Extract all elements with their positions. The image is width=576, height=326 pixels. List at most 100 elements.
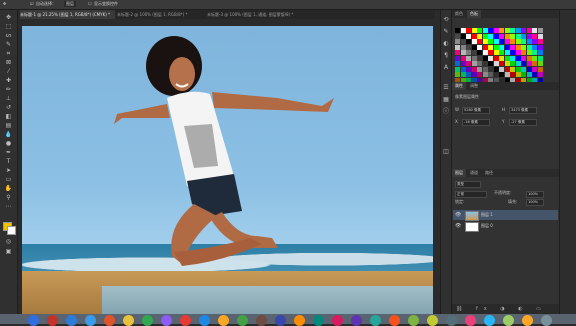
color-swatch[interactable] [455, 50, 460, 55]
crop-tool-icon[interactable]: ⌗ [4, 50, 13, 57]
tab-document-1[interactable]: 未标题-1 @ 21.25% (图层 1, RGB/8*) (CMYK) * [20, 10, 115, 19]
dock-app-icon[interactable] [256, 315, 267, 326]
color-swatch[interactable] [504, 61, 510, 66]
color-swatch[interactable] [466, 28, 471, 33]
zoom-tool-icon[interactable]: ⚲ [4, 194, 13, 201]
dock-app-icon[interactable] [427, 315, 438, 326]
color-swatch[interactable] [537, 39, 543, 44]
color-swatch[interactable] [477, 44, 482, 50]
color-swatch[interactable] [460, 50, 466, 55]
color-swatch[interactable] [455, 28, 460, 33]
color-swatch[interactable] [526, 72, 532, 77]
color-swatch[interactable] [493, 61, 499, 66]
tab-layers[interactable]: 图层 [452, 169, 466, 177]
color-swatch[interactable] [466, 44, 471, 50]
layer-row[interactable]: 👁 图层 0 [453, 221, 558, 232]
hand-tool-icon[interactable]: ✋ [4, 185, 13, 192]
color-swatch[interactable] [499, 28, 504, 33]
color-swatch[interactable] [488, 61, 493, 66]
color-swatch[interactable] [537, 33, 543, 39]
color-swatch[interactable] [471, 66, 477, 72]
frame-tool-icon[interactable]: ⊠ [4, 59, 13, 66]
color-swatch[interactable] [460, 39, 466, 44]
dock-app-icon[interactable] [199, 315, 210, 326]
color-swatch[interactable] [526, 39, 532, 44]
dock-app-icon[interactable] [275, 315, 286, 326]
quick-mask-icon[interactable]: ◎ [4, 238, 13, 245]
tab-paths[interactable]: 路径 [482, 169, 496, 177]
color-swatch[interactable] [482, 61, 488, 66]
color-swatch[interactable] [466, 66, 471, 72]
clone-stamp-tool-icon[interactable]: ⊥ [4, 95, 13, 102]
layers-panel-icon[interactable]: ◫ [442, 148, 450, 156]
color-swatch[interactable] [521, 44, 526, 50]
color-swatch[interactable] [532, 33, 537, 39]
color-swatch[interactable] [455, 39, 460, 44]
color-swatch[interactable] [499, 55, 504, 61]
color-swatch[interactable] [532, 72, 537, 77]
color-swatch[interactable] [493, 50, 499, 55]
color-swatch[interactable] [460, 44, 466, 50]
color-swatch[interactable] [488, 28, 493, 33]
adjustments-panel-icon[interactable]: ◐ [442, 40, 450, 48]
color-swatch[interactable] [455, 33, 460, 39]
color-swatch[interactable] [526, 61, 532, 66]
color-swatch[interactable] [460, 61, 466, 66]
dock-app-icon[interactable] [484, 315, 495, 326]
blur-tool-icon[interactable]: 💧 [4, 131, 13, 138]
color-swatch[interactable] [510, 39, 515, 44]
healing-brush-tool-icon[interactable]: ✚ [4, 77, 13, 84]
type-tool-icon[interactable]: T [4, 158, 13, 165]
dock-app-icon[interactable] [218, 315, 229, 326]
color-swatch[interactable] [515, 55, 521, 61]
more-tools-icon[interactable]: ⋯ [4, 203, 13, 210]
tab-document-3[interactable]: 未标题-3 @ 100% (图层 1, 通道, 图层蒙版/8) * [207, 10, 317, 19]
color-swatch[interactable] [510, 61, 515, 66]
tab-properties[interactable]: 属性 [452, 82, 466, 90]
dock-app-icon[interactable] [28, 315, 39, 326]
color-swatch[interactable] [521, 66, 526, 72]
color-swatch[interactable] [488, 72, 493, 77]
color-swatch[interactable] [499, 72, 504, 77]
character-panel-icon[interactable]: A [442, 64, 450, 72]
color-swatch[interactable] [515, 66, 521, 72]
color-swatch[interactable] [526, 33, 532, 39]
color-swatch[interactable] [477, 66, 482, 72]
pen-tool-icon[interactable]: ✒ [4, 149, 13, 156]
color-swatch[interactable] [482, 33, 488, 39]
dock-app-icon[interactable] [237, 315, 248, 326]
color-swatch[interactable] [488, 50, 493, 55]
color-swatch[interactable] [526, 44, 532, 50]
color-swatch[interactable] [455, 61, 460, 66]
color-swatch[interactable] [504, 50, 510, 55]
dock-app-icon[interactable] [161, 315, 172, 326]
color-swatch[interactable] [477, 55, 482, 61]
eraser-tool-icon[interactable]: ◧ [4, 113, 13, 120]
dock-app-icon[interactable] [465, 315, 476, 326]
color-swatch[interactable] [521, 50, 526, 55]
color-swatch[interactable] [499, 61, 504, 66]
dock-app-icon[interactable] [503, 315, 514, 326]
visibility-eye-icon[interactable]: 👁 [455, 210, 461, 220]
color-swatch[interactable] [477, 72, 482, 77]
color-swatch[interactable] [499, 66, 504, 72]
tab-color[interactable]: 颜色 [452, 10, 466, 18]
layer-row[interactable]: 👁 图层 1 [453, 210, 558, 221]
color-swatch[interactable] [471, 50, 477, 55]
color-swatch[interactable] [537, 72, 543, 77]
color-swatch[interactable] [477, 39, 482, 44]
color-swatch[interactable] [521, 33, 526, 39]
color-swatch[interactable] [504, 55, 510, 61]
color-swatch[interactable] [493, 66, 499, 72]
color-swatch[interactable] [504, 66, 510, 72]
tab-swatches[interactable]: 色板 [467, 10, 481, 18]
color-swatch[interactable] [477, 50, 482, 55]
color-swatch[interactable] [471, 55, 477, 61]
color-swatch[interactable] [466, 33, 471, 39]
color-swatch[interactable] [488, 44, 493, 50]
color-swatch[interactable] [537, 28, 543, 33]
color-swatch[interactable] [466, 55, 471, 61]
color-swatch[interactable] [532, 55, 537, 61]
color-swatch[interactable] [460, 33, 466, 39]
color-swatch[interactable] [466, 72, 471, 77]
